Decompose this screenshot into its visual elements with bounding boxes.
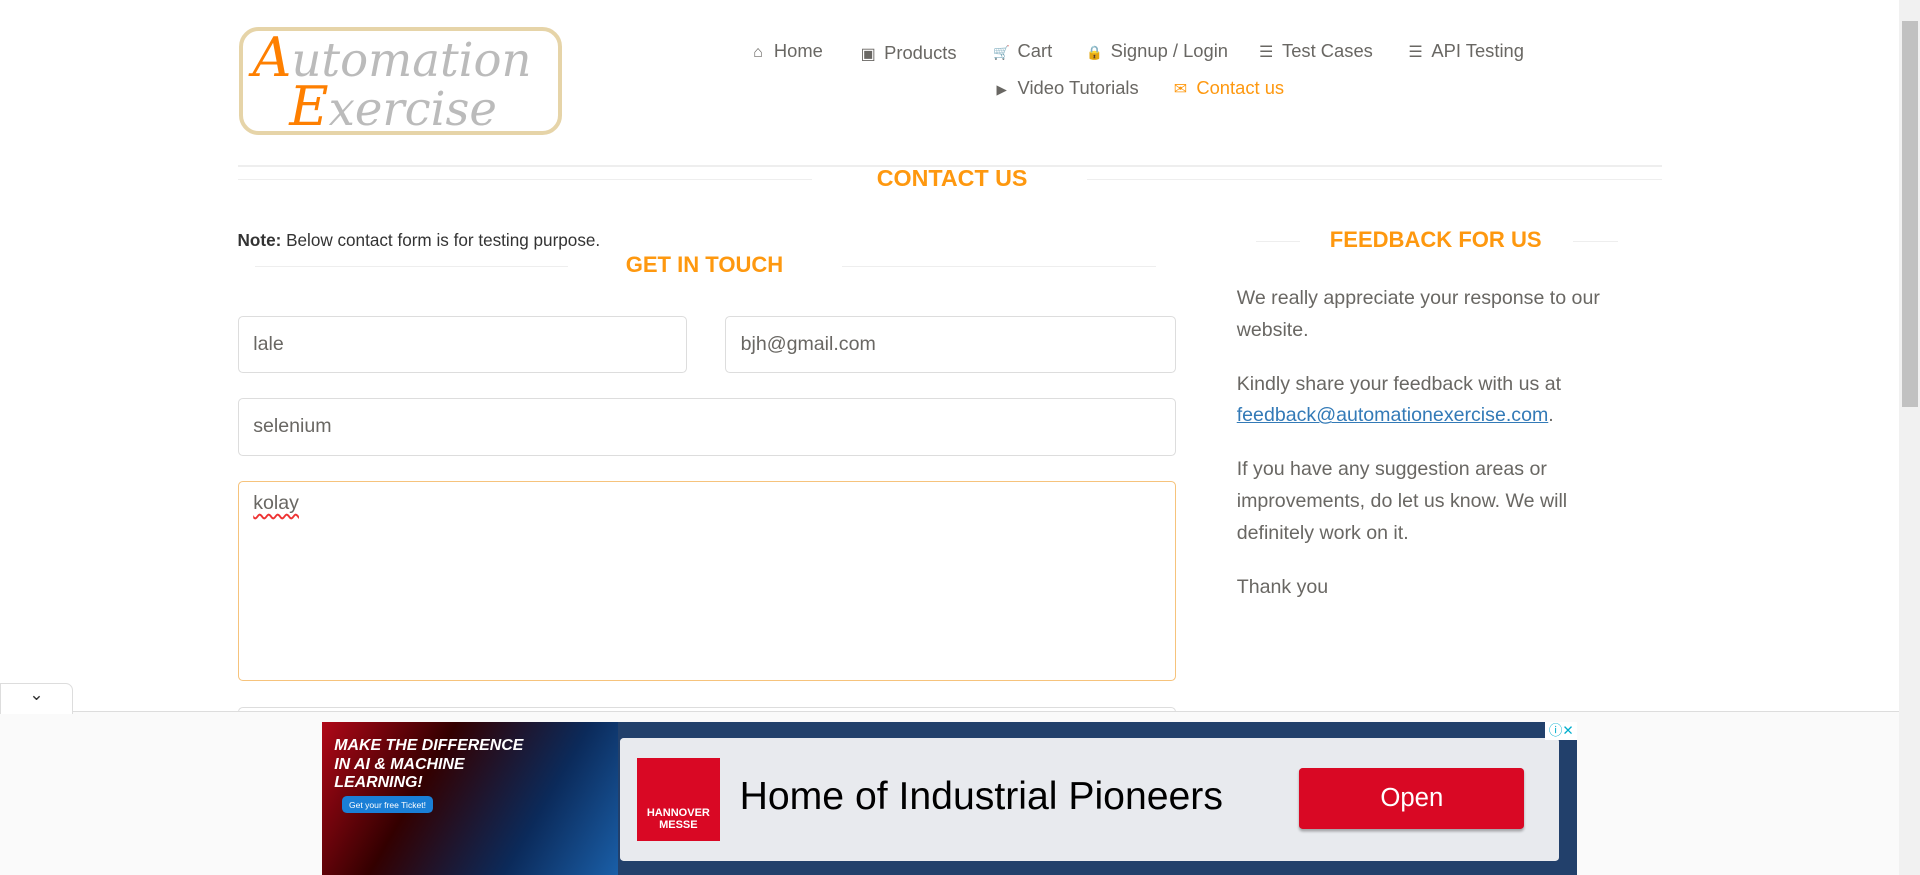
nav-cart[interactable]: 🛒 Cart [993,40,1052,62]
feedback-paragraph: Kindly share your feedback with us at fe… [1237,369,1629,433]
ad-brand-logo: HANNOVER MESSE [636,757,720,842]
ad-image-headline: MAKE THE DIFFERENCE IN AI & MACHINE LEAR… [334,737,524,791]
briefcase-icon: ▣ [860,45,876,63]
nav-label: Test Cases [1282,40,1373,62]
info-icon[interactable]: ⓘ [1549,723,1562,738]
feedback-paragraph: If you have any suggestion areas or impr… [1236,458,1568,544]
ad-info-close[interactable]: ⓘ✕ [1545,722,1578,740]
ad-image: MAKE THE DIFFERENCE IN AI & MACHINE LEAR… [322,722,619,875]
get-in-touch-title: GET IN TOUCH [625,252,784,278]
feedback-paragraph: Thank you [1236,575,1329,598]
nav-contact-us[interactable]: ✉ Contact us [1172,77,1284,99]
message-text: kolay [253,492,299,514]
nav-home[interactable]: ⌂ Home [749,40,823,62]
nav-signup-login[interactable]: 🔒 Signup / Login [1086,40,1228,62]
ad-headline: Home of Industrial Pioneers [739,775,1223,819]
nav-label: Signup / Login [1110,40,1229,62]
close-icon[interactable]: ✕ [1562,723,1573,738]
ad-open-button[interactable]: Open [1299,767,1525,829]
email-input[interactable]: bjh@gmail.com [724,315,1176,374]
note-text: Note: Below contact form is for testing … [238,230,601,251]
subject-input[interactable]: selenium [237,397,1176,456]
envelope-icon: ✉ [1173,81,1188,99]
collapse-ad-button[interactable]: ⌄ [0,683,74,714]
cart-icon: 🛒 [993,45,1011,61]
nav-label: Contact us [1196,77,1285,99]
divider [1256,241,1301,243]
logo-letter: A [252,26,292,90]
divider [1573,241,1618,243]
divider [237,178,812,180]
nav-test-cases[interactable]: ☰ Test Cases [1258,40,1373,62]
ad-content: HANNOVER MESSE Home of Industrial Pionee… [619,738,1559,861]
list-icon: ☰ [1258,44,1274,62]
nav-products[interactable]: ▣ Products [860,42,957,64]
feedback-title: FEEDBACK FOR US [1329,226,1542,252]
nav-label: Home [773,40,823,62]
site-logo[interactable]: Automation Exercise [238,26,563,139]
message-textarea[interactable]: kolay [237,481,1176,681]
name-input[interactable]: lale [237,315,687,374]
ad-image-cta: Get your free Ticket! [341,795,434,814]
feedback-section: We really appreciate your response to ou… [1237,283,1629,626]
lock-icon: 🔒 [1086,45,1104,61]
feedback-paragraph: We really appreciate your response to ou… [1236,286,1600,341]
ad-banner[interactable]: MAKE THE DIFFERENCE IN AI & MACHINE LEAR… [322,722,1578,875]
divider [254,265,569,267]
divider [1087,178,1662,180]
logo-text: xercise [328,82,497,137]
nav-label: API Testing [1431,40,1524,62]
note-body: Below contact form is for testing purpos… [281,230,601,251]
logo-letter: E [289,75,329,139]
nav-video-tutorials[interactable]: ▶ Video Tutorials [993,77,1139,99]
nav-api-testing[interactable]: ☰ API Testing [1407,40,1524,62]
scrollbar-thumb[interactable] [1901,20,1918,407]
divider [842,265,1156,267]
nav-label: Products [884,41,957,63]
page-title: CONTACT US [876,165,1028,192]
nav-label: Video Tutorials [1017,77,1139,99]
youtube-icon: ▶ [996,82,1007,98]
feedback-email-link[interactable]: feedback@automationexercise.com [1237,404,1549,426]
text: . [1548,404,1554,427]
text: Kindly share your feedback with us at [1236,372,1562,395]
chevron-down-icon: ⌄ [29,684,44,705]
note-label: Note: [237,230,282,251]
home-icon: ⌂ [753,44,763,62]
list-icon: ☰ [1408,44,1423,62]
nav-label: Cart [1017,40,1053,62]
